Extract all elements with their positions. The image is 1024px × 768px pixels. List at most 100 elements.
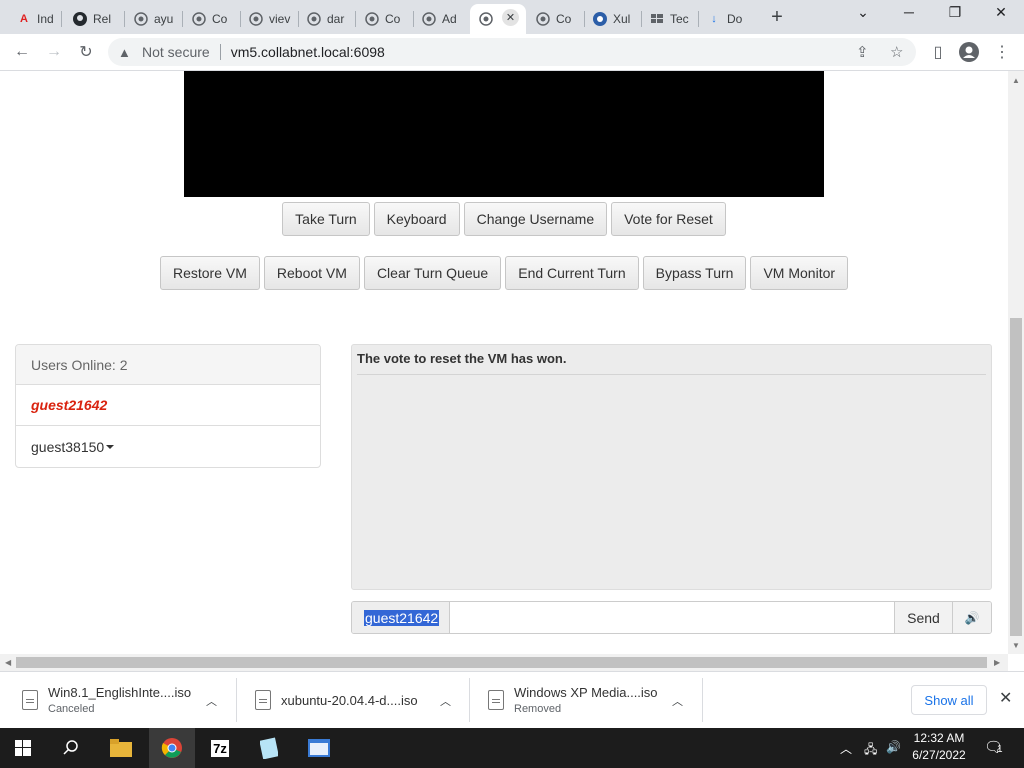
globe-icon bbox=[307, 12, 321, 26]
username: guest38150 bbox=[31, 438, 105, 455]
browser-tab[interactable]: Co bbox=[527, 4, 583, 34]
chevron-up-icon[interactable]: ︿ bbox=[440, 693, 451, 709]
windows-start-icon[interactable] bbox=[0, 728, 46, 768]
browser-tab[interactable]: Co bbox=[183, 4, 239, 34]
chrome-icon[interactable] bbox=[149, 728, 195, 768]
side-panel-icon[interactable]: ▯ bbox=[926, 41, 950, 63]
users-online-header: Users Online: 2 bbox=[16, 345, 320, 385]
new-tab-icon[interactable]: + bbox=[767, 6, 787, 29]
end-current-turn-button[interactable]: End Current Turn bbox=[505, 256, 639, 290]
reboot-vm-button[interactable]: Reboot VM bbox=[263, 256, 360, 290]
bypass-turn-button[interactable]: Bypass Turn bbox=[642, 256, 747, 290]
admin-controls-row: Restore VM Reboot VM Clear Turn Queue En… bbox=[0, 256, 1008, 290]
chat-message: The vote to reset the VM has won. bbox=[357, 351, 986, 375]
download-icon: ↓ bbox=[711, 13, 717, 25]
scroll-left-arrow-icon[interactable]: ◀ bbox=[5, 658, 11, 667]
keyboard-button[interactable]: Keyboard bbox=[373, 202, 460, 236]
bookmark-star-icon[interactable]: ☆ bbox=[890, 43, 903, 61]
download-status: Canceled bbox=[48, 703, 95, 715]
system-clock[interactable]: 12:32 AM 6/27/2022 bbox=[905, 730, 973, 764]
download-status: Removed bbox=[514, 703, 562, 715]
scroll-up-arrow-icon[interactable]: ▲ bbox=[1012, 76, 1020, 85]
browser-tab[interactable]: Xul bbox=[584, 4, 640, 34]
scroll-down-arrow-icon[interactable]: ▼ bbox=[1012, 641, 1020, 650]
chevron-up-icon[interactable]: ︿ bbox=[672, 693, 683, 709]
chat-username-label: guest21642 bbox=[352, 602, 450, 633]
browser-toolbar: ← → ↻ ▲ Not secure vm5.collabnet.local:6… bbox=[0, 34, 1024, 71]
browser-tab[interactable]: Tec bbox=[641, 4, 697, 34]
vm-display[interactable] bbox=[184, 71, 824, 197]
profile-avatar-icon[interactable] bbox=[957, 41, 981, 63]
speaker-icon[interactable]: 🔊 bbox=[952, 602, 991, 633]
globe-icon bbox=[422, 12, 436, 26]
app-window-icon[interactable] bbox=[296, 728, 342, 768]
browser-tab[interactable]: Ad bbox=[413, 4, 469, 34]
back-icon[interactable]: ← bbox=[10, 41, 34, 63]
download-item[interactable]: Windows XP Media....iso Removed bbox=[488, 672, 658, 728]
github-icon bbox=[73, 12, 87, 26]
share-icon[interactable]: ⇪ bbox=[856, 43, 869, 61]
chat-message-input[interactable] bbox=[450, 602, 894, 633]
globe-icon bbox=[134, 12, 148, 26]
reload-icon[interactable]: ↻ bbox=[74, 41, 98, 63]
restore-vm-button[interactable]: Restore VM bbox=[159, 256, 260, 290]
security-label: Not secure bbox=[142, 44, 210, 60]
adobe-acrobat-icon: A bbox=[20, 13, 28, 25]
user-item-self: guest21642 bbox=[16, 385, 320, 426]
address-bar[interactable]: ▲ Not secure vm5.collabnet.local:6098 ⇪ … bbox=[108, 38, 916, 66]
chevron-up-icon[interactable]: ︿ bbox=[206, 693, 217, 709]
notification-icon[interactable]: 🗨1 bbox=[984, 738, 1003, 756]
minimize-icon[interactable]: ─ bbox=[894, 4, 924, 20]
clock-date: 6/27/2022 bbox=[912, 748, 966, 762]
forward-icon[interactable]: → bbox=[42, 41, 66, 63]
notepad-icon[interactable] bbox=[246, 728, 292, 768]
file-icon bbox=[488, 690, 504, 710]
users-online-panel: Users Online: 2 guest21642 guest38150 bbox=[15, 344, 321, 468]
browser-tab[interactable]: A Ind bbox=[8, 4, 58, 34]
chat-input-bar: guest21642 Send 🔊 bbox=[351, 601, 992, 634]
close-downloads-bar-icon[interactable]: ✕ bbox=[999, 688, 1012, 708]
show-all-downloads-button[interactable]: Show all bbox=[911, 685, 987, 715]
scroll-right-arrow-icon[interactable]: ▶ bbox=[994, 658, 1000, 667]
search-icon[interactable] bbox=[48, 728, 94, 768]
vote-for-reset-button[interactable]: Vote for Reset bbox=[611, 202, 726, 236]
user-item[interactable]: guest38150 bbox=[16, 426, 320, 467]
username: guest21642 bbox=[31, 397, 108, 413]
browser-tab[interactable]: viev bbox=[240, 4, 298, 34]
chat-log: The vote to reset the VM has won. bbox=[351, 344, 992, 590]
vm-monitor-button[interactable]: VM Monitor bbox=[750, 256, 849, 290]
download-filename: xubuntu-20.04.4-d....iso bbox=[281, 692, 418, 708]
clear-turn-queue-button[interactable]: Clear Turn Queue bbox=[363, 256, 502, 290]
download-item[interactable]: xubuntu-20.04.4-d....iso bbox=[255, 672, 418, 728]
browser-tab[interactable]: dar bbox=[298, 4, 354, 34]
download-item[interactable]: Win8.1_EnglishInte....iso Canceled bbox=[22, 672, 191, 728]
change-username-button[interactable]: Change Username bbox=[463, 202, 608, 236]
tab-search-icon[interactable]: ⌄ bbox=[848, 4, 878, 21]
horizontal-scroll-thumb[interactable] bbox=[16, 657, 987, 668]
downloads-bar: Win8.1_EnglishInte....iso Canceled ︿ xub… bbox=[0, 671, 1024, 728]
restore-icon[interactable]: ❐ bbox=[940, 4, 970, 21]
file-icon bbox=[255, 690, 271, 710]
download-filename: Windows XP Media....iso bbox=[514, 685, 658, 700]
take-turn-button[interactable]: Take Turn bbox=[282, 202, 370, 236]
send-button[interactable]: Send bbox=[894, 602, 952, 633]
volume-icon[interactable]: 🔊 bbox=[886, 740, 901, 754]
7zip-icon[interactable]: 7z bbox=[197, 728, 243, 768]
clock-time: 12:32 AM bbox=[913, 731, 965, 745]
file-icon bbox=[22, 690, 38, 710]
close-tab-icon[interactable]: ✕ bbox=[502, 9, 519, 26]
network-icon[interactable]: 🖧 bbox=[864, 740, 877, 761]
globe-icon bbox=[365, 12, 379, 26]
show-hidden-icons-icon[interactable]: ︿ bbox=[840, 740, 852, 757]
file-explorer-icon[interactable] bbox=[98, 728, 144, 768]
browser-tab[interactable]: Co bbox=[356, 4, 412, 34]
close-window-icon[interactable]: ✕ bbox=[986, 4, 1016, 21]
browser-tab[interactable]: ayu bbox=[125, 4, 179, 34]
notification-count: 1 bbox=[997, 744, 1003, 755]
warning-icon: ▲ bbox=[118, 44, 131, 60]
globe-icon bbox=[536, 12, 550, 26]
vertical-scroll-thumb[interactable] bbox=[1010, 318, 1022, 636]
browser-tab[interactable]: Rel bbox=[64, 4, 116, 34]
browser-tab[interactable]: ↓ Do bbox=[698, 4, 754, 34]
browser-menu-icon[interactable]: ⋮ bbox=[990, 41, 1014, 63]
